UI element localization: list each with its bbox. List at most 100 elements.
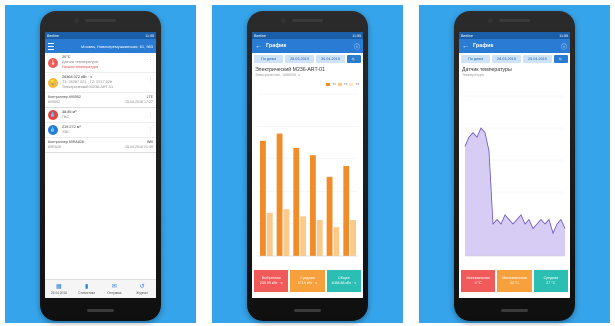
- clock: 11:55: [352, 33, 361, 38]
- stat-value: 4088.88 кВт · ч: [331, 281, 357, 285]
- area-chart[interactable]: [459, 84, 570, 264]
- item-sub: ГВС: [62, 115, 70, 119]
- device-time: 25.04.2018 21:49: [125, 145, 153, 149]
- app-bar: ← График ⓘ: [252, 39, 363, 53]
- chart-subtitle: Электричество, 1686936, ч: [255, 73, 300, 77]
- date-from[interactable]: 28.03.2019: [285, 55, 314, 63]
- device-id: 69RA28: [48, 145, 61, 149]
- more-icon[interactable]: ⋮: [148, 127, 153, 133]
- clock: 11:55: [559, 33, 568, 38]
- nav-label: Журнал: [136, 290, 148, 295]
- info-icon[interactable]: ⓘ: [561, 42, 567, 51]
- bar: [266, 212, 273, 256]
- camera: [281, 18, 286, 23]
- list-item[interactable]: 🌡 20°C Датчик температуры Низкая темпера…: [45, 53, 156, 73]
- nav-date[interactable]: ▦ 25.04.2018: [45, 280, 73, 298]
- period-select[interactable]: По дням: [254, 55, 283, 63]
- carrier: Beeline: [254, 33, 266, 38]
- screenshot-panel-2: Beeline 11:55 ← График ⓘ По дням 28.03.2…: [212, 5, 403, 323]
- screenshot-panel-3: Beeline 11:55 ← График ⓘ По дням 28.03.2…: [419, 5, 610, 323]
- calendar-icon: ▦: [56, 283, 62, 290]
- speaker: [499, 19, 530, 22]
- carrier: Beeline: [47, 33, 59, 38]
- device-id: 690552: [48, 100, 60, 104]
- search-button[interactable]: 🔍: [554, 55, 568, 63]
- stat-value: 0 °C: [474, 281, 482, 285]
- bar: [293, 148, 300, 256]
- bar: [310, 155, 316, 256]
- stat-avg: Средняя 27 °C: [533, 270, 568, 292]
- phone-frame: Beeline 11:55 ← График ⓘ По дням 28.03.2…: [454, 11, 575, 321]
- drop-icon: 💧: [48, 125, 58, 135]
- camera: [74, 18, 79, 23]
- filter-bar: По дням 28.03.2019 30.04.2019 🔍: [252, 53, 363, 65]
- bar: [300, 216, 306, 256]
- period-select[interactable]: По дням: [461, 55, 490, 63]
- nav-log[interactable]: ↺ Журнал: [128, 280, 156, 298]
- back-arrow-icon[interactable]: ←: [255, 43, 262, 50]
- more-icon[interactable]: ⋮: [148, 57, 153, 63]
- app-bar: ← График ⓘ: [459, 39, 570, 53]
- stat-min: Минимальная 0 °C: [461, 270, 496, 292]
- stat-total: Общее 4088.88 кВт · ч: [326, 270, 361, 292]
- chart-subtitle: Температура: [462, 73, 484, 77]
- back-arrow-icon[interactable]: ←: [462, 43, 469, 50]
- page-title: График: [473, 43, 494, 49]
- stats-bar: Выбранная 230.99 кВт · ч Средняя 3719 кВт …: [254, 270, 361, 292]
- thermometer-icon: 🌡: [48, 57, 58, 68]
- search-button[interactable]: 🔍: [347, 55, 361, 63]
- date-to[interactable]: 25.04.2019: [523, 55, 552, 63]
- more-icon[interactable]: ⋮: [148, 112, 153, 118]
- list-item[interactable]: 💧 219.272 м³ ХВС ⋮: [45, 123, 156, 138]
- camera: [488, 18, 493, 23]
- date-from[interactable]: 28.03.2019: [492, 55, 521, 63]
- stat-max: Максимальная 30 °C: [497, 270, 532, 292]
- history-icon: ↺: [139, 283, 145, 290]
- search-icon: 🔍: [351, 57, 357, 62]
- bottom-nav: ▦ 25.04.2018 ▮ Статистика ✉ Отправка ↺ Журна…: [45, 279, 156, 298]
- phone-screen: Beeline 11:55 ← График ⓘ По дням 28.03.2…: [459, 32, 570, 298]
- item-alert: Низкая температура: [62, 65, 99, 69]
- stat-average: Средняя 3719 кВт · ч: [290, 270, 325, 292]
- phone-frame: Beeline 11:55 ← График ⓘ По дням 28.03.2…: [247, 11, 368, 321]
- device-row[interactable]: Контроллер 69RA828 Wifi 69RA28 25.04.2018 …: [45, 138, 156, 153]
- app-bar: Москва, Новочеремушкинская, 61, 983: [45, 39, 156, 53]
- status-bar: Beeline 11:55: [252, 32, 363, 39]
- bar: [350, 220, 356, 256]
- info-icon[interactable]: ⓘ: [354, 42, 360, 51]
- bar: [326, 176, 333, 256]
- menu-icon[interactable]: [48, 42, 54, 50]
- filter-bar: По дням 28.03.2019 25.04.2019 🔍: [459, 53, 570, 65]
- bar: [316, 220, 323, 256]
- speaker: [292, 19, 323, 22]
- device-row[interactable]: Контроллер 690552 LTE 690552 25.04.2018 17…: [45, 93, 156, 108]
- bar-chart[interactable]: [252, 84, 363, 264]
- search-icon: 🔍: [558, 57, 564, 62]
- date-to[interactable]: 30.04.2019: [316, 55, 345, 63]
- chart-title: Электрический М236-АRT-01: [255, 67, 325, 73]
- list-item[interactable]: 💧 38.85 м³ ГВС ⋮: [45, 108, 156, 123]
- item-sub2: Электрический М236-АRT-01: [62, 85, 114, 89]
- phone-screen: Beeline 11:55 Москва, Новочеремушкинская…: [45, 32, 156, 298]
- item-sub: ХВС: [62, 130, 70, 134]
- nav-stats[interactable]: ▮ Статистика: [73, 280, 101, 298]
- more-icon[interactable]: ⋮: [148, 77, 153, 83]
- bar: [283, 209, 290, 256]
- status-bar: Beeline 11:55: [459, 32, 570, 39]
- page-title: График: [266, 43, 287, 49]
- stat-selected: Выбранная 230.99 кВт · ч: [254, 270, 289, 292]
- nav-send[interactable]: ✉ Отправка: [101, 280, 129, 298]
- list-item[interactable]: 💡 26364.072 кВт · ч Т1: 26287.021 ; Т2: …: [45, 73, 156, 93]
- bulb-icon: 💡: [48, 77, 58, 88]
- bar: [276, 133, 283, 256]
- stats-bar: Минимальная 0 °C Максимальная 30 °C Средня…: [461, 270, 568, 292]
- home-indicator: [294, 309, 321, 312]
- home-indicator: [87, 309, 114, 312]
- bar: [333, 227, 340, 256]
- stat-value: 30 °C: [509, 281, 519, 285]
- stat-value: 27 °C: [546, 281, 556, 285]
- drop-icon: 💧: [48, 110, 58, 120]
- speaker: [85, 19, 116, 22]
- chart-title: Датчик температуры: [462, 67, 512, 73]
- mail-icon: ✉: [111, 283, 117, 290]
